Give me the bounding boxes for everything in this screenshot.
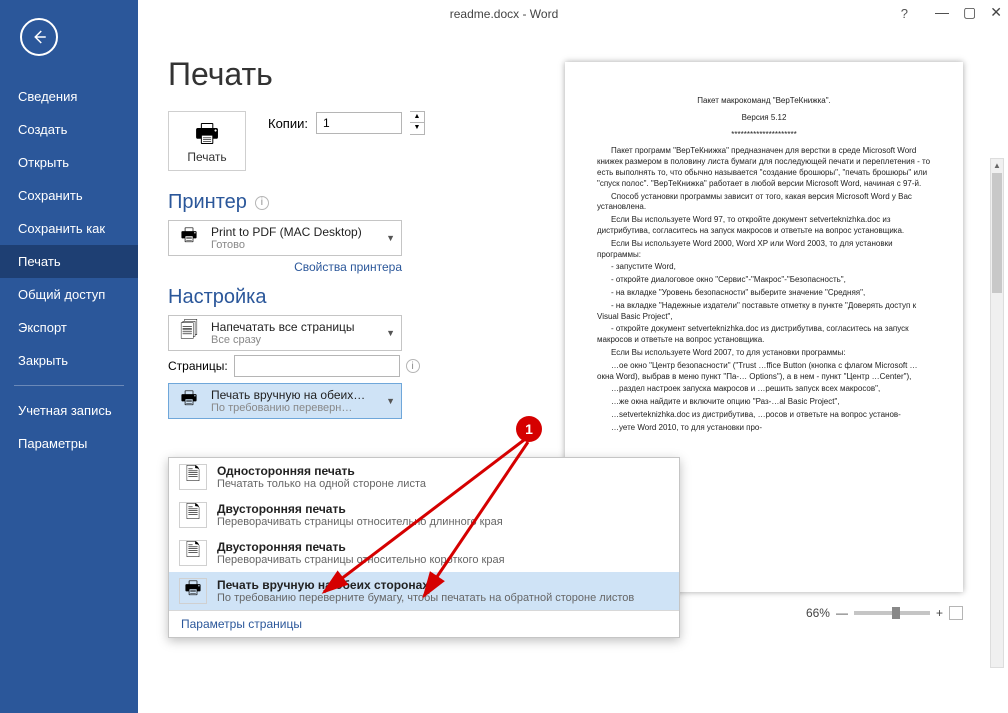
- chevron-down-icon: ▼: [386, 328, 395, 338]
- printer-select[interactable]: 🖶 Print to PDF (MAC Desktop) Готово ▼: [168, 220, 402, 256]
- page-icon: 🗎: [179, 540, 207, 566]
- pages-label: Страницы:: [168, 359, 228, 373]
- nav-item-open[interactable]: Открыть: [0, 146, 138, 179]
- back-button[interactable]: [20, 18, 58, 56]
- copies-field: Копии: ▲ ▼: [268, 111, 425, 135]
- duplex-option-long[interactable]: 🗎 Двусторонняя печатьПереворачивать стра…: [169, 496, 679, 534]
- nav-separator: [14, 385, 124, 386]
- copies-input[interactable]: [316, 112, 402, 134]
- scroll-up[interactable]: ▲: [991, 159, 1003, 173]
- maximize-button[interactable]: ▢: [963, 4, 976, 21]
- pages-icon: 🗐: [175, 320, 203, 346]
- print-button-label: Печать: [169, 150, 245, 164]
- vertical-scrollbar[interactable]: ▲: [990, 158, 1004, 668]
- duplex-select[interactable]: 🖶 Печать вручную на обеих… По требованию…: [168, 383, 402, 419]
- page-setup-link[interactable]: Параметры страницы: [169, 610, 679, 637]
- fit-page-button[interactable]: [949, 606, 963, 620]
- info-icon[interactable]: i: [255, 196, 269, 210]
- titlebar: readme.docx - Word ? — ▢ ✕: [0, 0, 1008, 28]
- window-title: readme.docx - Word: [450, 7, 559, 21]
- nav-item-print[interactable]: Печать: [0, 245, 138, 278]
- duplex-option-manual[interactable]: 🖶 Печать вручную на обеих сторонахПо тре…: [169, 572, 679, 610]
- nav-item-export[interactable]: Экспорт: [0, 311, 138, 344]
- printer-icon: 🖶: [175, 388, 203, 414]
- copies-down[interactable]: ▼: [410, 123, 424, 134]
- info-icon[interactable]: i: [406, 359, 420, 373]
- printer-status: Готово: [211, 239, 378, 251]
- chevron-down-icon: ▼: [386, 396, 395, 406]
- close-button[interactable]: ✕: [990, 4, 1002, 21]
- printer-icon: 🖶: [175, 225, 203, 251]
- backstage-sidebar: Сведения Создать Открыть Сохранить Сохра…: [0, 0, 138, 713]
- printer-properties-link[interactable]: Свойства принтера: [168, 260, 402, 274]
- nav-item-account[interactable]: Учетная запись: [0, 394, 138, 427]
- settings-heading: Настройка: [168, 286, 538, 309]
- window-controls: — ▢ ✕: [935, 4, 1002, 21]
- arrow-left-icon: [30, 28, 48, 46]
- zoom-slider[interactable]: [854, 611, 930, 615]
- copies-up[interactable]: ▲: [410, 112, 424, 123]
- chevron-down-icon: ▼: [386, 233, 395, 243]
- copies-label: Копии:: [268, 116, 308, 131]
- printer-icon: 🖶: [179, 578, 207, 604]
- nav-list: Сведения Создать Открыть Сохранить Сохра…: [0, 80, 138, 460]
- page-title: Печать: [168, 56, 538, 93]
- zoom-in-button[interactable]: +: [936, 606, 943, 620]
- duplex-option-short[interactable]: 🗎 Двусторонняя печатьПереворачивать стра…: [169, 534, 679, 572]
- nav-item-saveas[interactable]: Сохранить как: [0, 212, 138, 245]
- nav-item-new[interactable]: Создать: [0, 113, 138, 146]
- copies-spinner: ▲ ▼: [410, 111, 425, 135]
- printer-heading: Принтер i: [168, 191, 538, 214]
- page-icon: 🗎: [179, 502, 207, 528]
- nav-item-options[interactable]: Параметры: [0, 427, 138, 460]
- printer-icon: 🖶: [169, 120, 245, 146]
- help-icon[interactable]: ?: [901, 6, 908, 21]
- duplex-option-single[interactable]: 🗎 Односторонняя печатьПечатать только на…: [169, 458, 679, 496]
- nav-item-share[interactable]: Общий доступ: [0, 278, 138, 311]
- zoom-value: 66%: [806, 606, 830, 620]
- nav-item-info[interactable]: Сведения: [0, 80, 138, 113]
- pages-input[interactable]: [234, 355, 400, 377]
- nav-item-save[interactable]: Сохранить: [0, 179, 138, 212]
- minimize-button[interactable]: —: [935, 4, 949, 21]
- pages-field: Страницы: i: [168, 355, 538, 377]
- print-range-select[interactable]: 🗐 Напечатать все страницы Все сразу ▼: [168, 315, 402, 351]
- page-icon: 🗎: [179, 464, 207, 490]
- annotation-badge: 1: [516, 416, 542, 442]
- print-button[interactable]: 🖶 Печать: [168, 111, 246, 171]
- scroll-thumb[interactable]: [992, 173, 1002, 293]
- nav-item-close[interactable]: Закрыть: [0, 344, 138, 377]
- printer-name: Print to PDF (MAC Desktop): [211, 225, 378, 239]
- zoom-out-button[interactable]: —: [836, 606, 848, 620]
- zoom-controls: 66% — +: [806, 606, 963, 620]
- duplex-dropdown-menu: 🗎 Односторонняя печатьПечатать только на…: [168, 457, 680, 638]
